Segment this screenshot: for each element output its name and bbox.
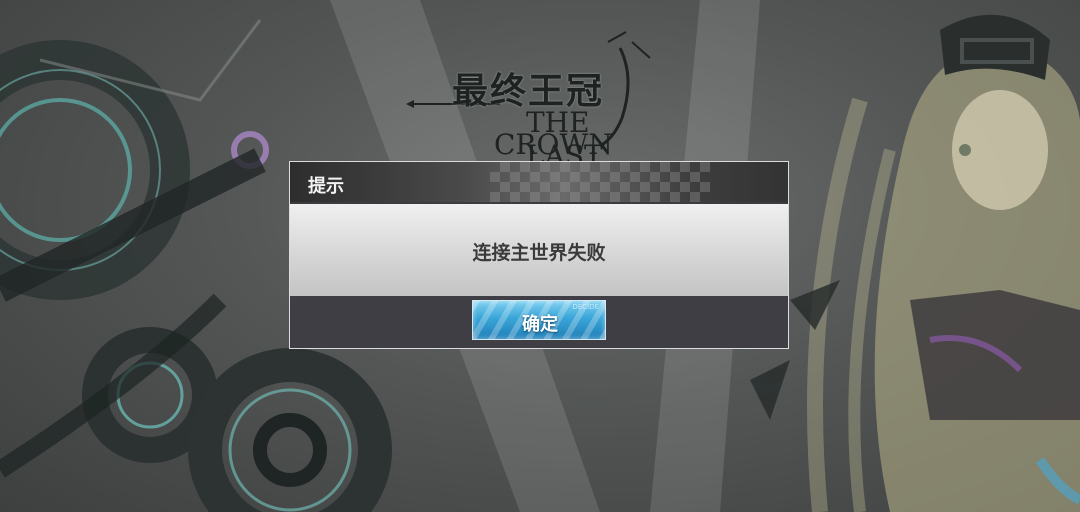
game-logo: 最终王冠 THE LAST CROWN [400, 28, 660, 172]
confirm-button-label: 确定 [522, 314, 558, 335]
character-art [807, 14, 1080, 512]
game-screen: 最终王冠 THE LAST CROWN 提示 连接主世界失败 DECIDE 确定 [0, 0, 1080, 512]
header-pattern [490, 162, 710, 202]
logo-title-english-line2: CROWN [494, 128, 613, 161]
confirm-button[interactable]: DECIDE 确定 [472, 300, 606, 340]
dialog-body: 连接主世界失败 [290, 204, 788, 296]
dialog-title: 提示 [308, 176, 344, 197]
dialog-message: 连接主世界失败 [472, 242, 606, 264]
alert-dialog: 提示 连接主世界失败 DECIDE 确定 [289, 161, 789, 349]
dialog-header: 提示 [290, 162, 788, 202]
dialog-footer: DECIDE 确定 [290, 296, 788, 348]
